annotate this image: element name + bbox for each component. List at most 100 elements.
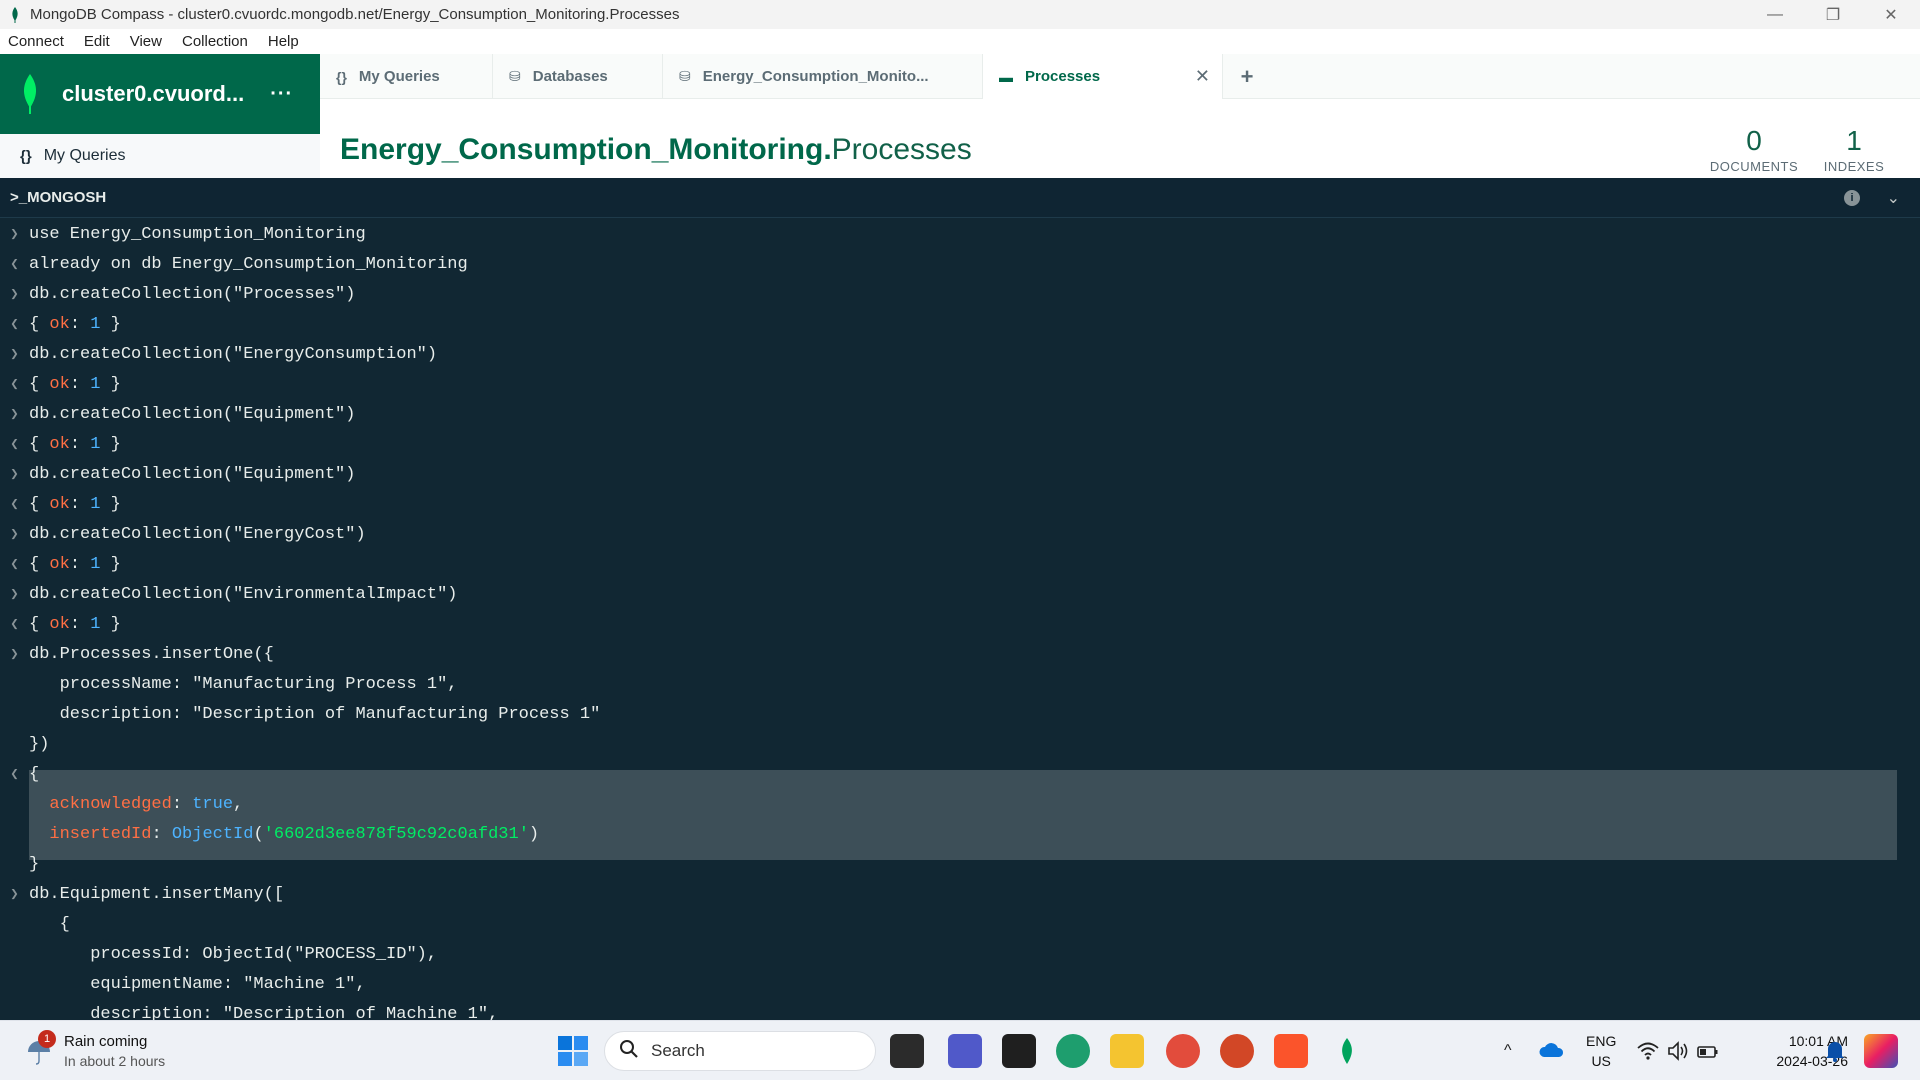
rain-icon: 1 (24, 1030, 56, 1066)
weather-widget[interactable]: 1 Rain coming In about 2 hours (24, 1029, 165, 1073)
search-icon (619, 1039, 639, 1064)
sidebar-item-my-queries[interactable]: {} My Queries (0, 134, 320, 178)
mongodb-leaf-icon (18, 74, 42, 114)
app-icon[interactable] (1002, 1034, 1036, 1068)
output-caret-icon: ❮ (10, 617, 19, 633)
region-code: US (1591, 1053, 1611, 1069)
wifi-icon[interactable] (1636, 1039, 1660, 1063)
menu-view[interactable]: View (130, 33, 162, 50)
language-code: ENG (1586, 1033, 1617, 1049)
shell-line-text: }) (29, 735, 50, 754)
mongodb-leaf-icon (8, 6, 22, 24)
shell-line: }) (0, 730, 49, 760)
indexes-count: 1 (1846, 125, 1862, 156)
menu-collection[interactable]: Collection (182, 33, 248, 50)
menu-connect[interactable]: Connect (8, 33, 64, 50)
restore-button[interactable]: ❐ (1804, 0, 1862, 29)
minimize-button[interactable]: — (1746, 0, 1804, 29)
documents-label: DOCUMENTS (1709, 159, 1799, 174)
shell-line: ❮ { ok: 1 } (0, 490, 121, 520)
shell-line-text: equipmentName: "Machine 1", (29, 975, 366, 994)
folder-icon: ▬ (999, 68, 1013, 85)
output-caret-icon: ❮ (10, 767, 19, 783)
language-indicator[interactable]: ENG US (1586, 1031, 1616, 1071)
window-titlebar: MongoDB Compass - cluster0.cvuordc.mongo… (0, 0, 1920, 29)
mongosh-header[interactable]: >_MONGOSH i ⌄ (0, 178, 1920, 218)
teams-icon[interactable] (948, 1034, 982, 1068)
info-icon[interactable]: i (1844, 189, 1860, 206)
output-caret-icon: ❮ (10, 437, 19, 453)
battery-icon[interactable] (1696, 1039, 1720, 1063)
task-view-icon[interactable] (890, 1034, 924, 1068)
close-tab-icon[interactable]: ✕ (1195, 66, 1210, 87)
search-placeholder: Search (651, 1041, 705, 1060)
tab-energy-db[interactable]: ⛁ Energy_Consumption_Monito... (663, 54, 983, 99)
input-caret-icon: ❯ (10, 887, 19, 903)
cluster-name: cluster0.cvuord... (62, 81, 245, 106)
powerpoint-icon[interactable] (1220, 1034, 1254, 1068)
add-tab-button[interactable]: + (1225, 54, 1269, 99)
collection-name: Processes (831, 133, 972, 166)
tab-label: Energy_Consumption_Monito... (702, 68, 929, 85)
input-caret-icon: ❯ (10, 527, 19, 543)
shell-line-text: { ok: 1 } (29, 615, 121, 634)
menu-bar: Connect Edit View Collection Help (0, 29, 1920, 54)
shell-line-text: { (29, 915, 70, 934)
mongodb-compass-taskbar-icon[interactable] (1330, 1034, 1364, 1068)
tray-chevron-icon[interactable]: ^ (1504, 1021, 1512, 1080)
input-caret-icon: ❯ (10, 467, 19, 483)
notification-bell-icon[interactable] (1824, 1039, 1846, 1063)
tab-databases[interactable]: ⛁ Databases (493, 54, 663, 99)
taskbar-search[interactable]: Search (604, 1031, 876, 1071)
documents-stat: 0 DOCUMENTS (1706, 125, 1802, 174)
copilot-icon[interactable] (1864, 1034, 1898, 1068)
shell-line: ❯ db.createCollection("Processes") (0, 280, 355, 310)
tab-processes[interactable]: ▬ Processes ✕ (983, 54, 1223, 99)
shell-line: description: "Description of Manufacturi… (0, 700, 601, 730)
mongosh-title: >_MONGOSH (10, 189, 107, 206)
windows-start-icon[interactable] (556, 1034, 590, 1068)
sidebar-connection-header[interactable]: cluster0.cvuord... ··· (0, 54, 320, 134)
taskbar: 1 Rain coming In about 2 hours Search ^ … (0, 1020, 1920, 1080)
shell-line: { (0, 910, 70, 940)
shell-line-text: use Energy_Consumption_Monitoring (29, 225, 366, 244)
onedrive-icon[interactable] (1538, 1039, 1564, 1061)
input-caret-icon: ❯ (10, 227, 19, 243)
shell-line: ❮ { ok: 1 } (0, 370, 121, 400)
sidebar-item-label: My Queries (43, 147, 126, 164)
collection-header: Energy_Consumption_Monitoring.Processes … (320, 99, 1920, 178)
shell-line-text: db.createCollection("Equipment") (29, 465, 356, 484)
shell-line: description: "Description of Machine 1", (0, 1000, 498, 1020)
shell-line-text: processName: "Manufacturing Process 1", (29, 675, 458, 694)
menu-help[interactable]: Help (268, 33, 299, 50)
shell-line: ❮ { ok: 1 } (0, 310, 121, 340)
tab-label: My Queries (358, 68, 440, 85)
collection-title: Energy_Consumption_Monitoring.Processes (340, 133, 972, 167)
tab-my-queries[interactable]: {} My Queries (320, 54, 493, 99)
shell-line-text: description: "Description of Manufacturi… (29, 705, 601, 724)
shell-line-text: db.createCollection("EnvironmentalImpact… (29, 585, 458, 604)
shell-line-text: acknowledged: true, (49, 795, 244, 814)
shell-line: } (0, 850, 39, 880)
output-caret-icon: ❮ (10, 377, 19, 393)
braces-icon: {} (20, 147, 32, 165)
chrome-icon[interactable] (1166, 1034, 1200, 1068)
shell-line-text: insertedId: ObjectId('6602d3ee878f59c92c… (49, 825, 540, 844)
shell-line-text: description: "Description of Machine 1", (29, 1005, 499, 1020)
close-window-button[interactable]: ✕ (1862, 0, 1920, 29)
brave-icon[interactable] (1274, 1034, 1308, 1068)
shell-line: ❯ db.Equipment.insertMany([ (0, 880, 284, 910)
output-caret-icon: ❮ (10, 497, 19, 513)
file-explorer-icon[interactable] (1110, 1034, 1144, 1068)
volume-icon[interactable] (1666, 1039, 1690, 1063)
shell-line: equipmentName: "Machine 1", (0, 970, 366, 1000)
shell-line: ❯ db.createCollection("EnvironmentalImpac… (0, 580, 457, 610)
shell-line: ❮ { ok: 1 } (0, 430, 121, 460)
edge-icon[interactable] (1056, 1034, 1090, 1068)
database-name[interactable]: Energy_Consumption_Monitoring. (340, 133, 832, 166)
chevron-down-icon[interactable]: ⌄ (1887, 188, 1900, 208)
menu-edit[interactable]: Edit (84, 33, 110, 50)
shell-line-text: { ok: 1 } (29, 555, 121, 574)
more-options-icon[interactable]: ··· (270, 83, 293, 106)
mongosh-shell[interactable]: ❯ use Energy_Consumption_Monitoring ❮ alrea… (0, 218, 1920, 1020)
